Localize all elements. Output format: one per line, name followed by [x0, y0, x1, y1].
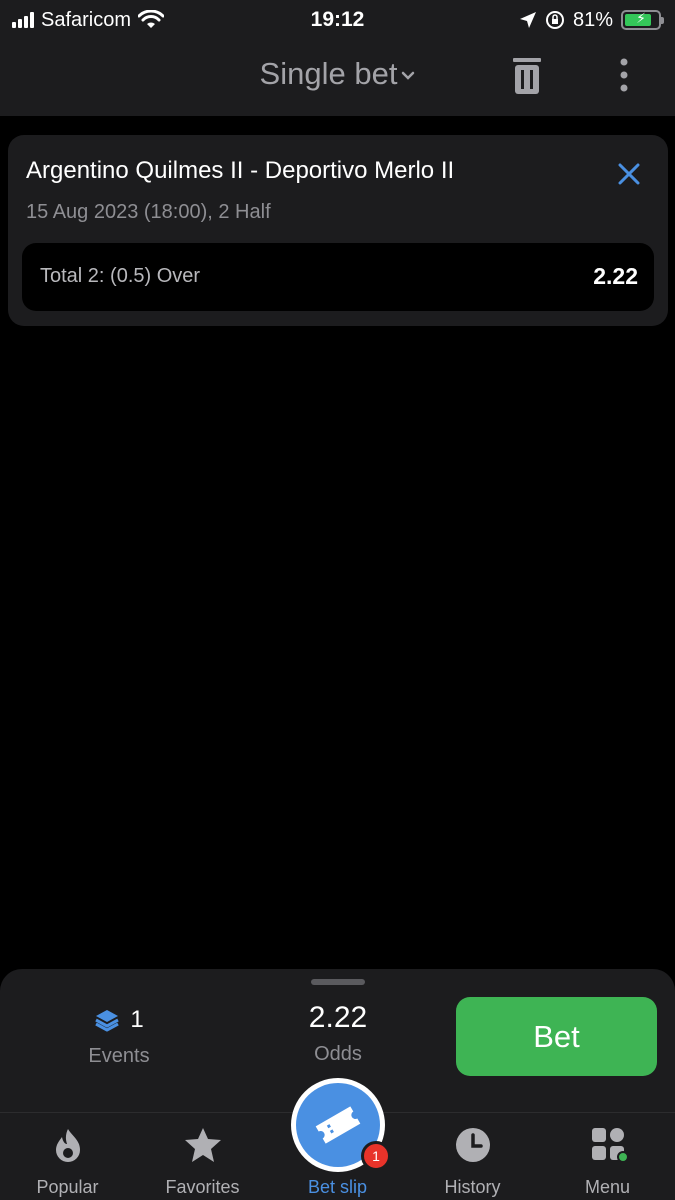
match-meta: 15 Aug 2023 (18:00), 2 Half [26, 201, 271, 223]
bet-type-selector[interactable]: Single bet [0, 56, 675, 92]
charging-bolt-icon: ⚡ [636, 10, 646, 26]
tab-label: Popular [36, 1177, 99, 1197]
clock-icon [455, 1128, 490, 1162]
events-label: Events [88, 1045, 150, 1067]
tab-history[interactable]: History [405, 1113, 540, 1200]
battery-icon: ⚡ [621, 10, 664, 30]
close-icon[interactable] [616, 161, 642, 187]
tab-label: Menu [584, 1177, 631, 1197]
tab-menu[interactable]: Menu [540, 1113, 675, 1200]
outcome-label: Total 2: (0.5) Over [40, 265, 201, 287]
match-title[interactable]: Argentino Quilmes II - Deportivo Merlo I… [26, 157, 454, 185]
location-arrow-icon [519, 12, 536, 28]
tab-label: History [444, 1177, 501, 1197]
outcome-row: Total 2: (0.5) Over 2.22 [22, 243, 654, 311]
menu-notification-dot [617, 1151, 629, 1163]
outcome-odds: 2.22 [593, 263, 638, 289]
odds-summary: 2.22 Odds [268, 1001, 408, 1066]
place-bet-button[interactable]: Bet [456, 997, 657, 1076]
trash-icon[interactable] [511, 56, 543, 96]
battery-percent: 81% [572, 8, 613, 31]
more-vertical-icon[interactable] [612, 58, 636, 94]
tab-label: Favorites [165, 1177, 240, 1197]
signal-icon [12, 12, 34, 28]
wifi-icon [138, 10, 165, 28]
rotation-lock-icon [545, 11, 564, 29]
status-right: 81% ⚡ [519, 8, 664, 32]
events-summary: 1 Events [60, 1005, 178, 1068]
layers-icon [95, 1010, 120, 1032]
odds-label: Odds [314, 1043, 362, 1065]
app-header: Single bet [0, 40, 675, 116]
total-odds-value: 2.22 [308, 1001, 368, 1034]
flame-icon [55, 1129, 80, 1162]
tab-popular[interactable]: Popular [0, 1113, 135, 1200]
status-bar: Safaricom 19:12 81% ⚡ [0, 0, 675, 40]
bet-slip-count-badge: 1 [361, 1141, 391, 1171]
events-count: 1 [130, 1006, 144, 1033]
status-left: Safaricom [12, 8, 165, 32]
bet-card: Argentino Quilmes II - Deportivo Merlo I… [8, 135, 668, 326]
chevron-down-icon [402, 71, 415, 80]
bottom-tab-bar: Popular Favorites Bet slip History Menu [0, 1078, 675, 1200]
tab-favorites[interactable]: Favorites [135, 1113, 270, 1200]
tab-label: Bet slip [307, 1177, 368, 1197]
bet-type-label: Single bet [259, 56, 398, 91]
star-icon [184, 1128, 221, 1162]
carrier-name: Safaricom [41, 8, 132, 31]
drag-handle[interactable] [311, 979, 365, 985]
